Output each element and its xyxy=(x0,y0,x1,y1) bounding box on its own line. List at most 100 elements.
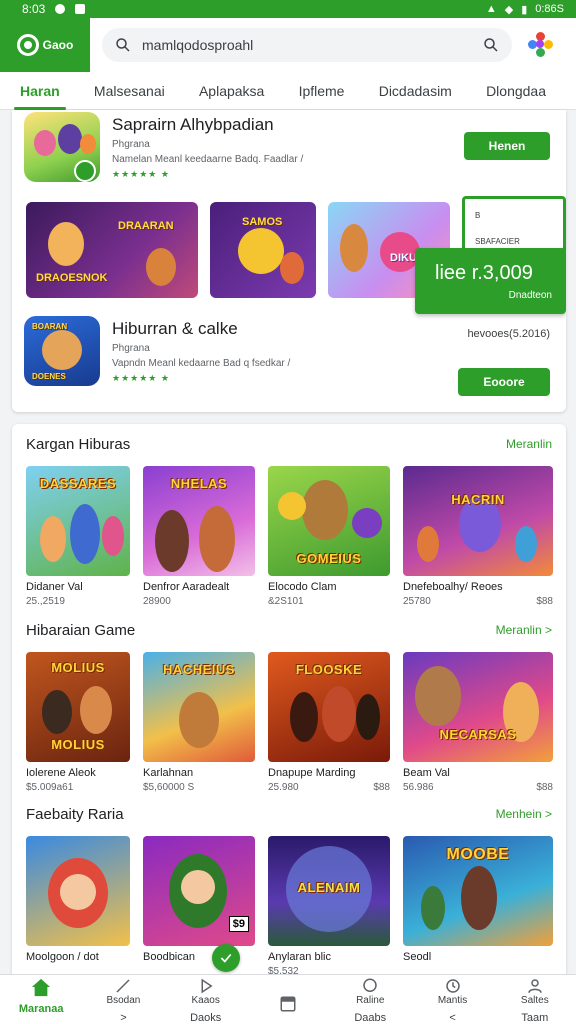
banner-subtitle: DRAOESNOK xyxy=(36,272,108,284)
nav-item-square[interactable] xyxy=(252,977,324,1013)
game-card[interactable]: NECARSAS Beam Val 56.986 $88 xyxy=(403,652,553,793)
price-note: hevooes(5.2016) xyxy=(467,328,550,340)
tab-aplapaksa[interactable]: Aplapaksa xyxy=(191,72,272,110)
tab-malsesanai[interactable]: Malsesanai xyxy=(86,72,173,110)
install-button[interactable]: Henen xyxy=(464,132,550,160)
game-thumbnail: NECARSAS xyxy=(403,652,553,762)
nav-sublabel: > xyxy=(120,1012,127,1024)
promo-card[interactable]: B SBAFACIER xyxy=(462,196,566,254)
tab-haran[interactable]: Haran xyxy=(12,72,68,110)
install-button[interactable]: Eooore xyxy=(458,368,550,396)
section-hibaraian-game: Hibaraian Game Meranlin > MOLIUS MOLIUS … xyxy=(12,618,566,793)
game-logo-text: MOLIUS xyxy=(51,737,105,752)
nav-item-bsodan[interactable]: Bsodan > xyxy=(87,977,159,1024)
search-icon xyxy=(116,38,130,52)
nav-sublabel: Maranaa xyxy=(18,1003,64,1015)
featured-app-2[interactable]: BOARAN DOENES Hiburran & calke Phgrana V… xyxy=(24,316,290,386)
section-kargan-hiburas: Kargan Hiburas Meranlin DASSARES Didaner… xyxy=(12,432,566,607)
game-card[interactable]: NHELAS Denfror Aaradealt 28900 xyxy=(143,466,255,607)
section-more-link[interactable]: Menhein > xyxy=(496,807,552,821)
banner-2[interactable]: SAMOS xyxy=(210,202,316,298)
game-card[interactable]: HACRIN Dnefeboalhy/ Reoes 25780 $88 xyxy=(403,466,553,607)
search-input[interactable] xyxy=(142,37,472,53)
nav-label: Saltes xyxy=(520,995,549,1006)
nav-sublabel: Daabs xyxy=(354,1012,387,1024)
section-title: Hibaraian Game xyxy=(26,621,136,639)
app-description: Vapndn Meanl kedaarne Bad q fsedkar / xyxy=(112,357,291,369)
game-meta: $5,60000 S xyxy=(143,782,195,793)
game-card[interactable]: MOLIUS MOLIUS Iolerene Aleok $5.009a61 xyxy=(26,652,130,793)
chat-icon xyxy=(363,978,378,992)
game-meta: $5.009a61 xyxy=(26,782,74,793)
tab-dlongdaa[interactable]: Dlongdaa xyxy=(478,72,554,110)
game-meta: 25.,2519 xyxy=(26,596,65,607)
promo-price-card[interactable]: liee r.3,009 Dnadteon xyxy=(415,248,566,314)
banner-1[interactable]: DRAARAN DRAOESNOK xyxy=(26,202,198,298)
game-name: Karlahnan xyxy=(143,767,194,779)
nav-label: Kaaos xyxy=(191,995,220,1006)
game-logo-text: NHELAS xyxy=(170,476,228,491)
game-card[interactable]: Moolgoon / dot xyxy=(26,836,130,977)
floating-action-button[interactable] xyxy=(212,944,240,972)
tab-ipfleme[interactable]: Ipfleme xyxy=(291,72,353,110)
app-description: Namelan Meanl keedaarne Badq. Faadlar / xyxy=(112,153,304,165)
square-icon xyxy=(280,996,296,1012)
game-thumbnail: DASSARES xyxy=(26,466,130,576)
game-card[interactable]: MOOBE Seodl xyxy=(403,836,553,977)
featured-app-1[interactable]: Saprairn Alhybpadian Phgrana Namelan Mea… xyxy=(24,112,303,182)
game-card[interactable]: DASSARES Didaner Val 25.,2519 xyxy=(26,466,130,607)
banner-title: DIKU xyxy=(390,252,417,264)
game-logo-text: HACHEIUS xyxy=(163,662,235,677)
search-bar[interactable] xyxy=(102,28,512,62)
section-more-link[interactable]: Meranlin xyxy=(506,437,552,451)
play-icon xyxy=(201,978,213,994)
search-icon[interactable] xyxy=(482,36,500,54)
game-logo-text: ALENAIM xyxy=(297,880,361,895)
nav-item-mantis[interactable]: Mantis < xyxy=(417,977,489,1024)
game-name: Didaner Val xyxy=(26,581,83,593)
battery-text: 0:86S xyxy=(535,3,564,15)
game-meta: 25780 xyxy=(403,596,431,607)
section-faebaity-raria: Faebaity Raria Menhein > Moolgoon / dot … xyxy=(12,802,566,977)
game-name: Seodl xyxy=(403,951,432,963)
game-name: Dnapupe Marding xyxy=(268,767,356,779)
game-name: Beam Val xyxy=(403,767,450,779)
game-logo-text: FLOOSKE xyxy=(295,662,363,677)
logo-icon xyxy=(16,34,39,56)
nav-item-home[interactable]: Maranaa xyxy=(5,977,77,1015)
game-name: Denfror Aaradealt xyxy=(143,581,230,593)
nav-label: Bsodan xyxy=(106,995,141,1006)
notification-icon xyxy=(55,4,66,14)
game-price: $88 xyxy=(373,782,390,793)
game-card[interactable]: ALENAIM Anylaran blic $5.532 xyxy=(268,836,390,977)
account-apps-icon[interactable] xyxy=(528,32,554,58)
game-meta: &2S101 xyxy=(268,596,304,607)
app-logo[interactable]: Gaoo xyxy=(0,18,90,72)
game-thumbnail: $9 xyxy=(143,836,255,946)
nav-sublabel: Taam xyxy=(521,1012,549,1024)
bottom-navigation: Maranaa Bsodan > Kaaos Daoks Raline Daab… xyxy=(0,974,576,1024)
brush-icon xyxy=(116,979,130,993)
game-name: Anylaran blic xyxy=(268,951,331,963)
app-header: Gaoo xyxy=(0,18,576,72)
game-thumbnail: NHELAS xyxy=(143,466,255,576)
section-more-link[interactable]: Meranlin > xyxy=(496,623,552,637)
category-tabs: Haran Malsesanai Aplapaksa Ipfleme Dicda… xyxy=(0,72,576,110)
status-time: 8:03 xyxy=(22,2,46,16)
app-icon: BOARAN DOENES xyxy=(24,316,100,386)
game-name: Iolerene Aleok xyxy=(26,767,96,779)
game-logo-text: MOOBE xyxy=(446,846,510,863)
nav-item-raline[interactable]: Raline Daabs xyxy=(334,977,406,1024)
nav-item-kaaos[interactable]: Kaaos Daoks xyxy=(170,977,242,1024)
game-card[interactable]: HACHEIUS Karlahnan $5,60000 S xyxy=(143,652,255,793)
promo-price: liee r.3,009 xyxy=(435,262,533,284)
game-price: $88 xyxy=(536,782,553,793)
banner-title: SAMOS xyxy=(242,216,283,228)
game-name: Elocodo Clam xyxy=(268,581,337,593)
nav-sublabel: Daoks xyxy=(190,1012,222,1024)
tab-dicdadasim[interactable]: Dicdadasim xyxy=(371,72,460,110)
game-card[interactable]: FLOOSKE Dnapupe Marding 25.980 $88 xyxy=(268,652,390,793)
game-logo-text: NECARSAS xyxy=(439,727,517,742)
game-card[interactable]: GOMEIUS Elocodo Clam &2S101 xyxy=(268,466,390,607)
nav-item-saltes[interactable]: Saltes Taam xyxy=(499,977,571,1024)
